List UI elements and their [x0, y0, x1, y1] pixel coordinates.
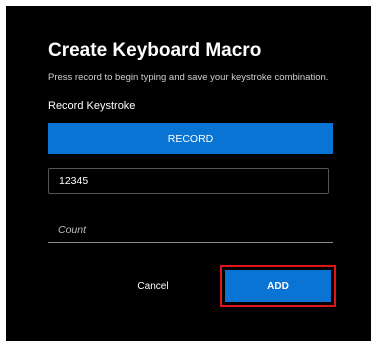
- dialog-title: Create Keyboard Macro: [48, 40, 262, 61]
- create-keyboard-macro-dialog: Create Keyboard Macro Press record to be…: [6, 6, 371, 341]
- add-button[interactable]: ADD: [225, 270, 331, 302]
- count-field[interactable]: Count: [48, 217, 333, 243]
- keystroke-field[interactable]: 12345: [48, 168, 329, 194]
- record-keystroke-label: Record Keystroke: [48, 100, 136, 112]
- cancel-button[interactable]: Cancel: [118, 274, 188, 298]
- record-button[interactable]: RECORD: [48, 123, 333, 154]
- add-button-highlight: ADD: [220, 265, 336, 307]
- dialog-subtitle: Press record to begin typing and save yo…: [48, 72, 329, 83]
